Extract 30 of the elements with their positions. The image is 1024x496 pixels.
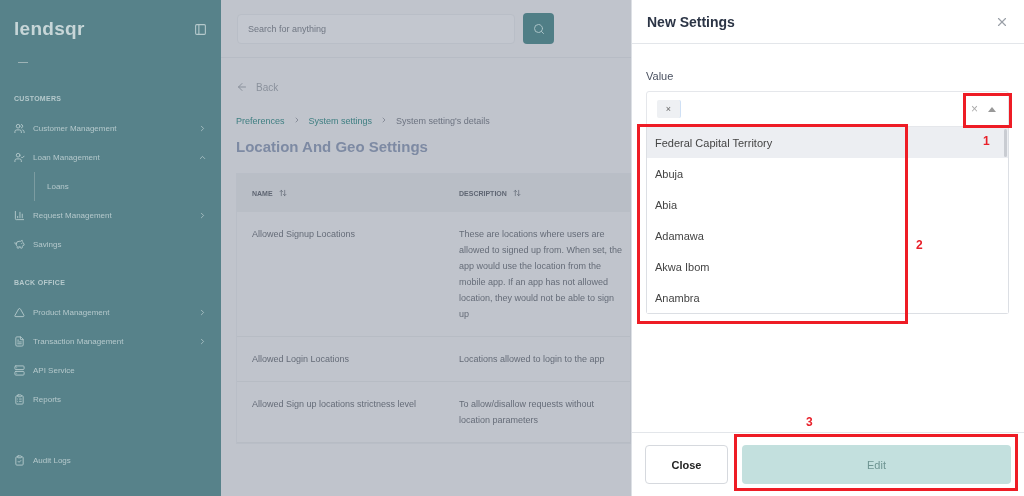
table-cell-text: To allow/disallow requests without location parameters — [458, 398, 596, 427]
breadcrumb-link[interactable]: System settings — [308, 116, 373, 126]
sidebar-item[interactable]: API Service — [14, 356, 207, 385]
sidebar-item[interactable]: Reports — [14, 385, 207, 414]
breadcrumb-current: System setting's details — [396, 116, 490, 126]
sidebar-item[interactable]: Request Management — [14, 201, 207, 230]
logo: lendsqr — [14, 18, 85, 40]
table-cell-text: Allowed Signup Locations — [251, 228, 357, 241]
annotation-number: 1 — [983, 134, 990, 148]
table-cell-text: Locations allowed to login to the app — [458, 353, 606, 366]
sidebar-item[interactable]: Product Management — [14, 298, 207, 327]
sidebar-item[interactable]: Transaction Management — [14, 327, 207, 356]
sidebar-item[interactable]: Customer Management — [14, 114, 207, 143]
tag-remove-button[interactable]: × — [657, 100, 681, 118]
page-title: Location And Geo Settings — [236, 138, 429, 155]
table-cell-text: Allowed Login Locations — [251, 353, 351, 366]
panel-title: New Settings — [647, 13, 735, 30]
annotation-number: 3 — [806, 415, 813, 429]
breadcrumb-link[interactable]: Preferences — [236, 116, 285, 126]
table-cell-text: These are locations where users are allowed to signed up from. When set, the app would use the location from the mobile app. If an app has not allowed location, they would not be able to sign up — [458, 228, 624, 321]
table-cell-text: Allowed Sign up locations strictness level — [251, 398, 418, 411]
sidebar-item[interactable]: Loan Management — [14, 143, 207, 172]
annotation-number: 2 — [916, 238, 923, 252]
sidebar-subitem[interactable]: Loans — [47, 172, 207, 201]
close-button[interactable]: Close — [645, 445, 728, 484]
search-field[interactable]: Search for anything — [237, 13, 515, 44]
sidebar-item[interactable]: Savings — [14, 230, 207, 259]
field-label: Value — [646, 70, 675, 82]
clear-button[interactable]: × — [971, 102, 978, 116]
sidebar-item[interactable]: Audit Logs — [14, 446, 207, 475]
